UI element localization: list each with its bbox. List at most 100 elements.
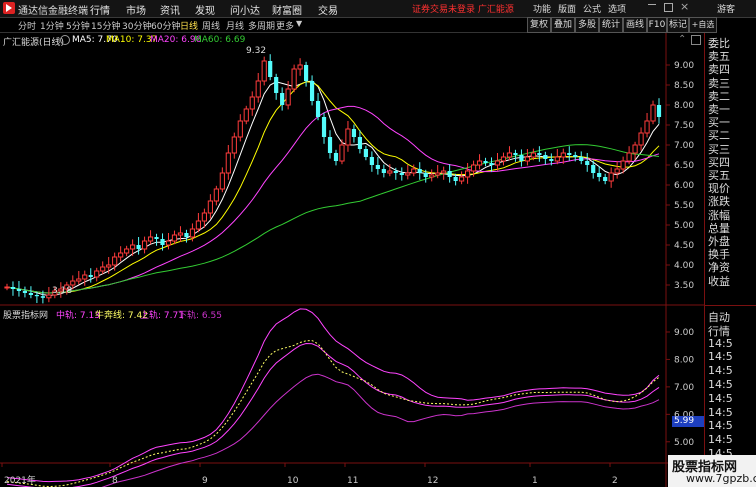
candle-body bbox=[184, 233, 189, 237]
candle-body bbox=[459, 176, 465, 182]
tick-time-label: 14:5 bbox=[708, 405, 733, 419]
candle-body bbox=[274, 77, 279, 93]
candle-body bbox=[423, 173, 428, 177]
candle-body bbox=[399, 173, 404, 175]
sys-layout[interactable]: 版面 bbox=[558, 2, 576, 15]
candle-body bbox=[603, 177, 608, 181]
maximize-icon[interactable] bbox=[664, 3, 673, 12]
candle-body bbox=[243, 108, 249, 122]
tick-time-label: 14:5 bbox=[708, 364, 733, 378]
candle-body bbox=[112, 256, 118, 266]
y-tick-label: 5.00 bbox=[674, 221, 694, 231]
ind-tick-label: 9.00 bbox=[674, 328, 694, 338]
candle-body bbox=[130, 244, 136, 250]
candle-body bbox=[506, 152, 513, 158]
y-tick-label: 6.00 bbox=[674, 181, 694, 191]
menu-wealth[interactable]: 财富圈 bbox=[272, 2, 302, 17]
candle-body bbox=[656, 105, 662, 117]
candle-body bbox=[141, 240, 148, 250]
x-tick-label: 9 bbox=[202, 476, 208, 486]
period-weekly[interactable]: 周线 bbox=[202, 19, 220, 32]
candle-body bbox=[333, 153, 339, 161]
add-watchlist-button[interactable]: +自选 bbox=[689, 17, 717, 33]
adjust-button[interactable]: 复权 bbox=[527, 17, 551, 33]
quote-panel: 委比 卖五 卖四 卖三 卖二 卖一 买一 买二 买三 买四 买五 现价 涨跌 涨幅 总量 外盘 换手 净资 收益 自动… bbox=[704, 33, 756, 487]
y-tick-label: 8.00 bbox=[674, 101, 694, 111]
candle-body bbox=[195, 220, 202, 230]
candle-body bbox=[543, 155, 548, 159]
period-daily[interactable]: 日线 bbox=[180, 19, 198, 32]
menu-quotes[interactable]: 行情 bbox=[90, 2, 110, 17]
menu-market[interactable]: 市场 bbox=[126, 2, 146, 17]
collapse-icon[interactable]: ⌃ bbox=[678, 34, 686, 45]
more-arrow-icon[interactable]: ▼ bbox=[296, 19, 302, 28]
candle-body bbox=[165, 240, 172, 246]
period-30min[interactable]: 30分钟 bbox=[122, 19, 151, 32]
period-1min[interactable]: 1分钟 bbox=[40, 19, 64, 32]
current-value-tag: 5.99 bbox=[672, 416, 706, 427]
panel-separator bbox=[705, 305, 756, 306]
draw-button[interactable]: 画线 bbox=[623, 17, 647, 33]
candle-body bbox=[638, 132, 644, 146]
candle-body bbox=[88, 275, 93, 277]
login-notice[interactable]: 证券交易未登录 广汇能源 bbox=[412, 2, 514, 15]
candle-body bbox=[321, 117, 327, 137]
candle-body bbox=[100, 266, 106, 272]
mid-band-legend: 中轨: 7.13 bbox=[56, 311, 100, 321]
candle-body bbox=[231, 136, 237, 154]
settings-gear-icon[interactable] bbox=[60, 35, 70, 45]
period-tick[interactable]: 分时 bbox=[18, 19, 36, 32]
menu-trade[interactable]: 交易 bbox=[318, 2, 338, 17]
candle-body bbox=[22, 291, 28, 293]
candle-body bbox=[560, 152, 566, 158]
candle-body bbox=[626, 152, 632, 162]
candle-body bbox=[16, 289, 22, 291]
y-tick-label: 5.50 bbox=[674, 201, 694, 211]
candle-body bbox=[4, 286, 10, 289]
candle-body bbox=[573, 155, 578, 157]
x-tick-label: 2 bbox=[612, 476, 618, 486]
menu-news[interactable]: 资讯 bbox=[160, 2, 180, 17]
stock-title: 广汇能源(日线) bbox=[3, 38, 65, 48]
period-5min[interactable]: 5分钟 bbox=[66, 19, 90, 32]
period-15min[interactable]: 15分钟 bbox=[91, 19, 120, 32]
period-multi[interactable]: 多周期 bbox=[248, 19, 275, 32]
candle-body bbox=[225, 152, 231, 174]
window-icon[interactable] bbox=[691, 35, 701, 45]
kline-chart[interactable]: 9.00 8.50 8.00 7.50 7.00 6.50 6.00 5.50 5.00 4.50… bbox=[0, 33, 704, 487]
candle-body bbox=[207, 200, 213, 214]
candle-body bbox=[171, 234, 178, 242]
menu-ask[interactable]: 问小达 bbox=[230, 2, 260, 17]
candle-body bbox=[94, 270, 100, 278]
minimize-icon[interactable] bbox=[648, 4, 656, 5]
f10-button[interactable]: F10 bbox=[647, 17, 667, 33]
sys-guest[interactable]: 游客 bbox=[717, 2, 735, 15]
candle-body bbox=[597, 173, 602, 177]
menu-discover[interactable]: 发现 bbox=[195, 2, 215, 17]
candle-body bbox=[219, 172, 225, 190]
period-more[interactable]: 更多 bbox=[276, 19, 294, 32]
candle-body bbox=[381, 169, 386, 173]
sys-function[interactable]: 功能 bbox=[533, 2, 551, 15]
candle-body bbox=[591, 165, 596, 173]
candle-body bbox=[154, 237, 159, 239]
sys-formula[interactable]: 公式 bbox=[583, 2, 601, 15]
period-monthly[interactable]: 月线 bbox=[226, 19, 244, 32]
stats-button[interactable]: 统计 bbox=[599, 17, 623, 33]
period-60min[interactable]: 60分钟 bbox=[151, 19, 180, 32]
ind-tick-label: 8.00 bbox=[674, 355, 694, 365]
sys-options[interactable]: 选项 bbox=[608, 2, 626, 15]
ind-tick-label: 5.00 bbox=[674, 438, 694, 448]
candle-body bbox=[213, 188, 219, 202]
multi-stock-button[interactable]: 多股 bbox=[575, 17, 599, 33]
mark-button[interactable]: 标记 bbox=[667, 17, 689, 33]
candle-body bbox=[375, 165, 380, 169]
candle-body bbox=[177, 232, 184, 236]
candle-body bbox=[147, 236, 154, 242]
close-icon[interactable]: × bbox=[680, 0, 689, 13]
y-tick-label: 6.50 bbox=[674, 161, 694, 171]
candle-body bbox=[644, 120, 650, 134]
tick-time-label: 14:5 bbox=[708, 433, 733, 447]
overlay-button[interactable]: 叠加 bbox=[551, 17, 575, 33]
candle-body bbox=[106, 264, 112, 268]
